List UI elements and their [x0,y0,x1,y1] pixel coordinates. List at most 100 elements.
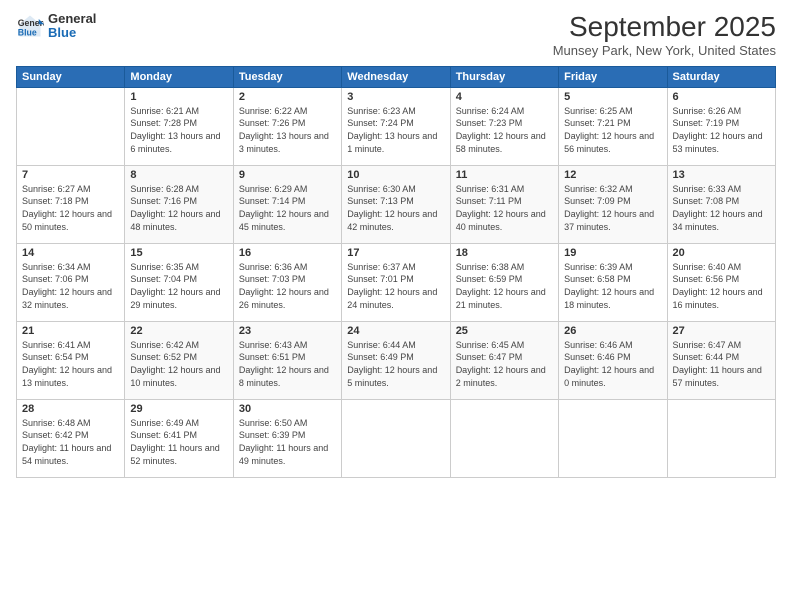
daylight: Daylight: 12 hours and 18 minutes. [564,286,661,311]
calendar-cell: 7 Sunrise: 6:27 AM Sunset: 7:18 PM Dayli… [17,165,125,243]
day-number: 19 [564,247,661,259]
daylight: Daylight: 12 hours and 29 minutes. [130,286,227,311]
sunset: Sunset: 7:04 PM [130,273,227,286]
cell-info: Sunrise: 6:26 AM Sunset: 7:19 PM Dayligh… [673,105,770,155]
day-number: 25 [456,325,553,337]
day-number: 10 [347,169,444,181]
sunrise: Sunrise: 6:22 AM [239,105,336,118]
calendar-cell [559,399,667,477]
day-number: 4 [456,91,553,103]
logo-icon: General Blue [16,12,44,40]
daylight: Daylight: 12 hours and 26 minutes. [239,286,336,311]
cell-info: Sunrise: 6:39 AM Sunset: 6:58 PM Dayligh… [564,261,661,311]
cell-info: Sunrise: 6:30 AM Sunset: 7:13 PM Dayligh… [347,183,444,233]
sunset: Sunset: 6:47 PM [456,351,553,364]
daylight: Daylight: 12 hours and 40 minutes. [456,208,553,233]
sunset: Sunset: 7:09 PM [564,195,661,208]
sunrise: Sunrise: 6:48 AM [22,417,119,430]
sunrise: Sunrise: 6:39 AM [564,261,661,274]
cell-info: Sunrise: 6:32 AM Sunset: 7:09 PM Dayligh… [564,183,661,233]
sunset: Sunset: 6:42 PM [22,429,119,442]
col-thursday: Thursday [450,66,558,87]
daylight: Daylight: 12 hours and 56 minutes. [564,130,661,155]
daylight: Daylight: 12 hours and 5 minutes. [347,364,444,389]
day-number: 8 [130,169,227,181]
cell-info: Sunrise: 6:28 AM Sunset: 7:16 PM Dayligh… [130,183,227,233]
day-number: 16 [239,247,336,259]
calendar-cell: 17 Sunrise: 6:37 AM Sunset: 7:01 PM Dayl… [342,243,450,321]
sunset: Sunset: 7:06 PM [22,273,119,286]
sunrise: Sunrise: 6:50 AM [239,417,336,430]
calendar-cell: 20 Sunrise: 6:40 AM Sunset: 6:56 PM Dayl… [667,243,775,321]
calendar-cell: 28 Sunrise: 6:48 AM Sunset: 6:42 PM Dayl… [17,399,125,477]
week-row-4: 21 Sunrise: 6:41 AM Sunset: 6:54 PM Dayl… [17,321,776,399]
cell-info: Sunrise: 6:37 AM Sunset: 7:01 PM Dayligh… [347,261,444,311]
cell-info: Sunrise: 6:48 AM Sunset: 6:42 PM Dayligh… [22,417,119,467]
calendar-cell: 2 Sunrise: 6:22 AM Sunset: 7:26 PM Dayli… [233,87,341,165]
calendar-cell [17,87,125,165]
sunset: Sunset: 6:39 PM [239,429,336,442]
calendar-cell: 10 Sunrise: 6:30 AM Sunset: 7:13 PM Dayl… [342,165,450,243]
day-number: 26 [564,325,661,337]
cell-info: Sunrise: 6:42 AM Sunset: 6:52 PM Dayligh… [130,339,227,389]
day-number: 23 [239,325,336,337]
cell-info: Sunrise: 6:36 AM Sunset: 7:03 PM Dayligh… [239,261,336,311]
calendar-cell: 30 Sunrise: 6:50 AM Sunset: 6:39 PM Dayl… [233,399,341,477]
calendar-cell: 3 Sunrise: 6:23 AM Sunset: 7:24 PM Dayli… [342,87,450,165]
sunrise: Sunrise: 6:37 AM [347,261,444,274]
sunset: Sunset: 6:49 PM [347,351,444,364]
day-number: 29 [130,403,227,415]
sunset: Sunset: 7:19 PM [673,117,770,130]
sunrise: Sunrise: 6:32 AM [564,183,661,196]
daylight: Daylight: 13 hours and 6 minutes. [130,130,227,155]
calendar-cell: 29 Sunrise: 6:49 AM Sunset: 6:41 PM Dayl… [125,399,233,477]
cell-info: Sunrise: 6:22 AM Sunset: 7:26 PM Dayligh… [239,105,336,155]
sunrise: Sunrise: 6:31 AM [456,183,553,196]
day-number: 13 [673,169,770,181]
cell-info: Sunrise: 6:34 AM Sunset: 7:06 PM Dayligh… [22,261,119,311]
daylight: Daylight: 12 hours and 34 minutes. [673,208,770,233]
daylight: Daylight: 12 hours and 24 minutes. [347,286,444,311]
daylight: Daylight: 12 hours and 50 minutes. [22,208,119,233]
cell-info: Sunrise: 6:38 AM Sunset: 6:59 PM Dayligh… [456,261,553,311]
calendar-cell: 21 Sunrise: 6:41 AM Sunset: 6:54 PM Dayl… [17,321,125,399]
page: General Blue General Blue September 2025… [0,0,792,612]
daylight: Daylight: 11 hours and 54 minutes. [22,442,119,467]
calendar-cell: 16 Sunrise: 6:36 AM Sunset: 7:03 PM Dayl… [233,243,341,321]
sunrise: Sunrise: 6:28 AM [130,183,227,196]
col-friday: Friday [559,66,667,87]
sunset: Sunset: 7:03 PM [239,273,336,286]
calendar-cell: 24 Sunrise: 6:44 AM Sunset: 6:49 PM Dayl… [342,321,450,399]
calendar-header: Sunday Monday Tuesday Wednesday Thursday… [17,66,776,87]
calendar-cell: 18 Sunrise: 6:38 AM Sunset: 6:59 PM Dayl… [450,243,558,321]
cell-info: Sunrise: 6:35 AM Sunset: 7:04 PM Dayligh… [130,261,227,311]
day-number: 2 [239,91,336,103]
logo-line1: General [48,12,96,26]
day-number: 18 [456,247,553,259]
day-number: 11 [456,169,553,181]
sunset: Sunset: 7:28 PM [130,117,227,130]
cell-info: Sunrise: 6:33 AM Sunset: 7:08 PM Dayligh… [673,183,770,233]
daylight: Daylight: 12 hours and 37 minutes. [564,208,661,233]
day-number: 3 [347,91,444,103]
daylight: Daylight: 11 hours and 52 minutes. [130,442,227,467]
logo-line2: Blue [48,26,96,40]
calendar-cell: 11 Sunrise: 6:31 AM Sunset: 7:11 PM Dayl… [450,165,558,243]
cell-info: Sunrise: 6:21 AM Sunset: 7:28 PM Dayligh… [130,105,227,155]
week-row-1: 1 Sunrise: 6:21 AM Sunset: 7:28 PM Dayli… [17,87,776,165]
daylight: Daylight: 12 hours and 13 minutes. [22,364,119,389]
day-number: 12 [564,169,661,181]
daylight: Daylight: 12 hours and 58 minutes. [456,130,553,155]
title-section: September 2025 Munsey Park, New York, Un… [553,12,776,58]
day-number: 15 [130,247,227,259]
sunset: Sunset: 7:23 PM [456,117,553,130]
sunset: Sunset: 7:08 PM [673,195,770,208]
sunset: Sunset: 7:16 PM [130,195,227,208]
calendar-cell [667,399,775,477]
calendar-cell: 23 Sunrise: 6:43 AM Sunset: 6:51 PM Dayl… [233,321,341,399]
sunset: Sunset: 6:59 PM [456,273,553,286]
calendar-cell: 25 Sunrise: 6:45 AM Sunset: 6:47 PM Dayl… [450,321,558,399]
day-number: 22 [130,325,227,337]
sunset: Sunset: 6:46 PM [564,351,661,364]
calendar-cell: 8 Sunrise: 6:28 AM Sunset: 7:16 PM Dayli… [125,165,233,243]
